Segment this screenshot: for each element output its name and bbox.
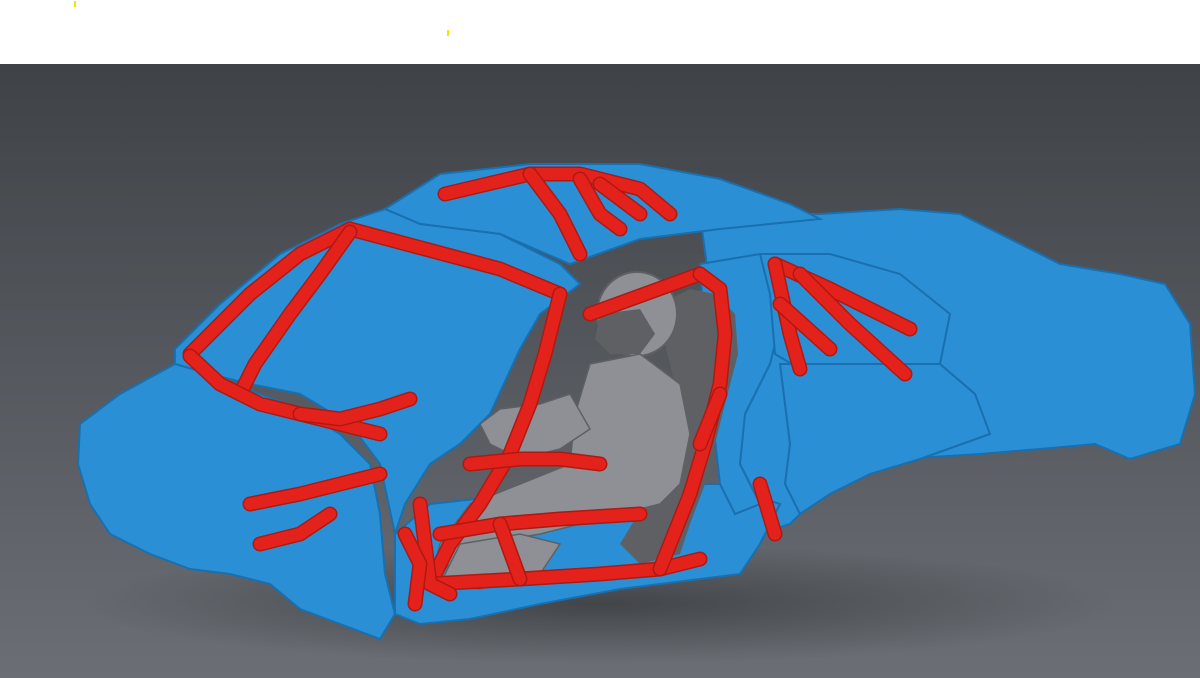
3d-viewport[interactable] <box>0 64 1200 678</box>
top-white-strip <box>0 0 1200 64</box>
car-scan-render <box>0 64 1200 678</box>
yellow-tick-marker <box>447 30 449 36</box>
roll-cage-tube <box>464 453 606 470</box>
yellow-tick-marker <box>74 1 76 7</box>
